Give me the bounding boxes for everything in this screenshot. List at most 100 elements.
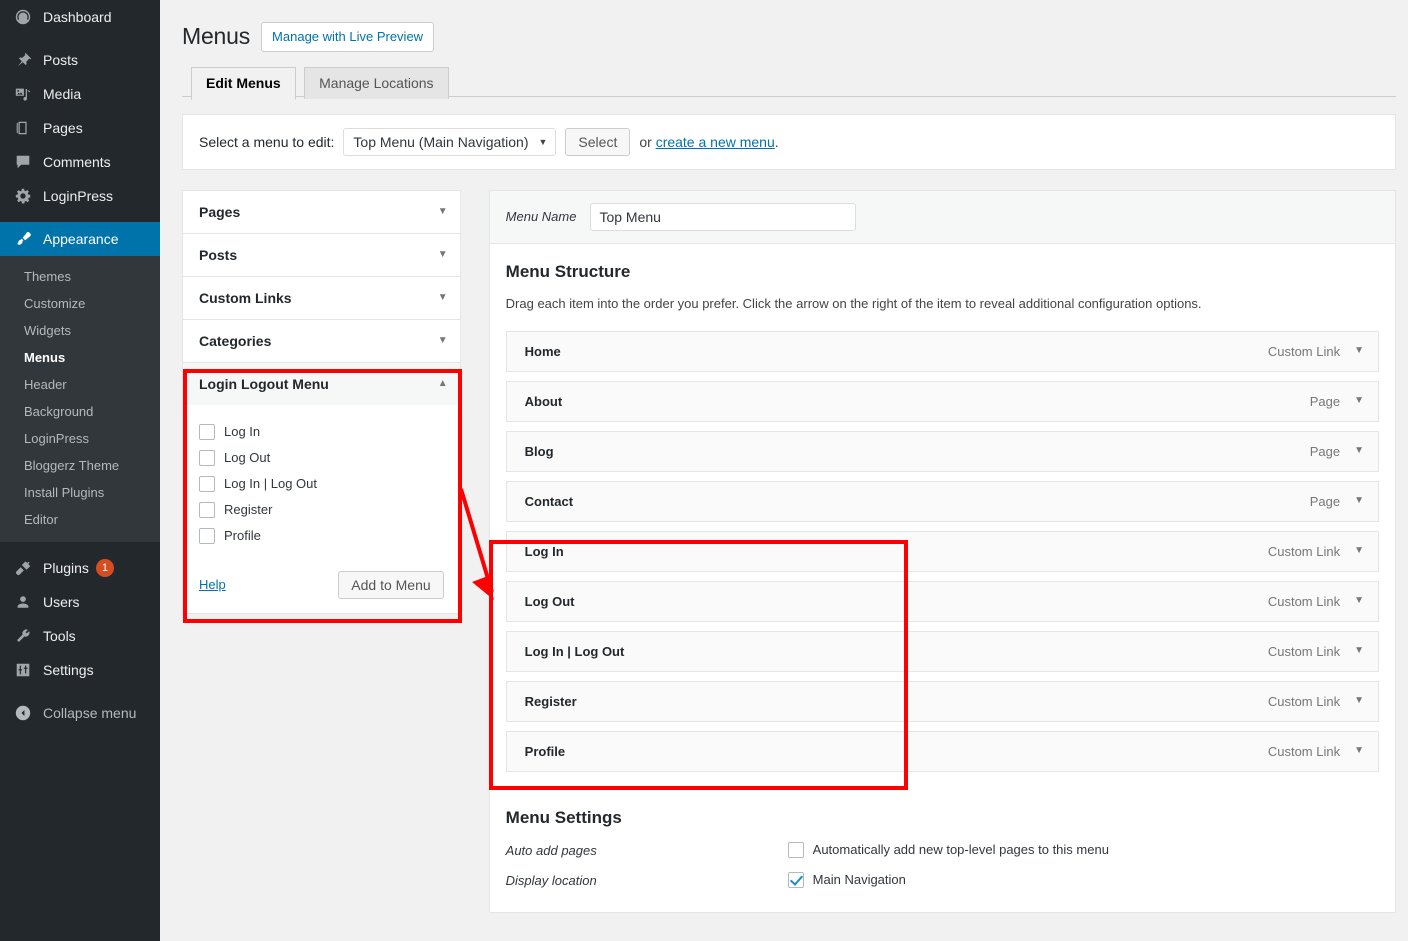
- sidebar-item-comments[interactable]: Comments: [0, 145, 160, 179]
- menu-item-row[interactable]: Log In | Log Out Custom Link ▼: [506, 631, 1379, 672]
- sidebar-subitem-editor[interactable]: Editor: [0, 506, 160, 533]
- chevron-down-icon[interactable]: ▼: [438, 207, 448, 217]
- menu-item-name: Profile: [525, 744, 565, 759]
- checkbox-main-navigation[interactable]: [788, 872, 804, 888]
- sidebar-subitem-header[interactable]: Header: [0, 371, 160, 398]
- sidebar-subitem-customize[interactable]: Customize: [0, 290, 160, 317]
- page-icon: [12, 119, 34, 137]
- sidebar-item-pages[interactable]: Pages: [0, 111, 160, 145]
- period: .: [775, 134, 779, 150]
- tabs-bar: Edit Menus Manage Locations: [182, 66, 1396, 97]
- login-logout-menu-footer: Help Add to Menu: [199, 571, 444, 599]
- menu-item-row[interactable]: Home Custom Link ▼: [506, 331, 1379, 372]
- sidebar-separator: [0, 34, 160, 43]
- menu-item-row[interactable]: Contact Page ▼: [506, 481, 1379, 522]
- select-button[interactable]: Select: [565, 128, 630, 156]
- login-logout-option-row[interactable]: Log In: [199, 419, 444, 445]
- checkbox-log-in-log-out[interactable]: [199, 476, 215, 492]
- menu-selector-bar: Select a menu to edit: Top Menu (Main Na…: [182, 114, 1396, 170]
- sidebar-separator: [0, 542, 160, 551]
- setting-label: Auto add pages: [506, 842, 788, 858]
- sidebar-item-tools[interactable]: Tools: [0, 619, 160, 653]
- help-link[interactable]: Help: [199, 577, 226, 592]
- chevron-down-icon[interactable]: ▼: [1354, 746, 1364, 756]
- chevron-down-icon[interactable]: ▼: [438, 250, 448, 260]
- collapse-arrow-icon: [12, 704, 34, 722]
- menu-item-row[interactable]: About Page ▼: [506, 381, 1379, 422]
- menu-select-dropdown[interactable]: Top Menu (Main Navigation): [343, 128, 556, 156]
- collapse-menu-button[interactable]: Collapse menu: [0, 696, 160, 730]
- menu-item-row[interactable]: Log In Custom Link ▼: [506, 531, 1379, 572]
- checkbox-label: Log In: [224, 424, 260, 439]
- tab-manage-locations[interactable]: Manage Locations: [304, 67, 448, 100]
- sidebar-item-users[interactable]: Users: [0, 585, 160, 619]
- accordion-posts-header[interactable]: Posts ▼: [183, 234, 460, 276]
- checkbox-log-out[interactable]: [199, 450, 215, 466]
- menu-item-row[interactable]: Blog Page ▼: [506, 431, 1379, 472]
- accordion-custom-links: Custom Links ▼: [182, 277, 461, 320]
- checkbox-log-in[interactable]: [199, 424, 215, 440]
- sidebar-item-posts[interactable]: Posts: [0, 43, 160, 77]
- sidebar-subitem-themes[interactable]: Themes: [0, 263, 160, 290]
- sidebar-subitem-widgets[interactable]: Widgets: [0, 317, 160, 344]
- chevron-down-icon[interactable]: ▼: [1354, 396, 1364, 406]
- chevron-down-icon[interactable]: ▼: [438, 336, 448, 346]
- sidebar-subitem-install-plugins[interactable]: Install Plugins: [0, 479, 160, 506]
- menu-name-input[interactable]: [590, 203, 856, 231]
- menu-item-row[interactable]: Log Out Custom Link ▼: [506, 581, 1379, 622]
- chevron-down-icon[interactable]: ▼: [1354, 596, 1364, 606]
- chevron-down-icon[interactable]: ▼: [1354, 546, 1364, 556]
- checkbox-profile[interactable]: [199, 528, 215, 544]
- manage-with-live-preview-button[interactable]: Manage with Live Preview: [261, 22, 434, 52]
- setting-option-label: Automatically add new top-level pages to…: [813, 842, 1109, 857]
- sidebar-subitem-loginpress[interactable]: LoginPress: [0, 425, 160, 452]
- checkbox-register[interactable]: [199, 502, 215, 518]
- sidebar-item-label: Media: [43, 86, 81, 102]
- sidebar-item-appearance[interactable]: Appearance: [0, 222, 160, 256]
- chevron-down-icon[interactable]: ▼: [1354, 646, 1364, 656]
- user-icon: [12, 593, 34, 611]
- menu-item-row[interactable]: Register Custom Link ▼: [506, 681, 1379, 722]
- chevron-down-icon[interactable]: ▼: [1354, 696, 1364, 706]
- add-to-menu-button[interactable]: Add to Menu: [338, 571, 443, 599]
- menu-item-name: Home: [525, 344, 561, 359]
- chevron-up-icon[interactable]: ▲: [438, 379, 448, 389]
- login-logout-option-row[interactable]: Register: [199, 497, 444, 523]
- accordion-title: Categories: [199, 333, 271, 349]
- chevron-down-icon[interactable]: ▼: [1354, 346, 1364, 356]
- accordion-login-logout-menu-header[interactable]: Login Logout Menu ▲: [183, 363, 460, 405]
- sidebar-item-dashboard[interactable]: Dashboard: [0, 0, 160, 34]
- login-logout-option-row[interactable]: Profile: [199, 523, 444, 549]
- menus-columns: Pages ▼ Posts ▼ Custom Links ▼: [182, 190, 1396, 913]
- accordion-pages-header[interactable]: Pages ▼: [183, 191, 460, 233]
- sidebar-item-settings[interactable]: Settings: [0, 653, 160, 687]
- setting-option-label: Main Navigation: [813, 872, 906, 887]
- chevron-down-icon[interactable]: ▼: [1354, 496, 1364, 506]
- checkbox-label: Profile: [224, 528, 261, 543]
- login-logout-option-row[interactable]: Log Out: [199, 445, 444, 471]
- create-a-new-menu-link[interactable]: create a new menu: [656, 134, 775, 150]
- chevron-down-icon[interactable]: ▼: [438, 293, 448, 303]
- accordion-categories-header[interactable]: Categories ▼: [183, 320, 460, 362]
- checkbox-label: Log Out: [224, 450, 270, 465]
- login-logout-option-row[interactable]: Log In | Log Out: [199, 471, 444, 497]
- checkbox-auto-add-pages[interactable]: [788, 842, 804, 858]
- menu-editor-column: Menu Name Menu Structure Drag each item …: [489, 190, 1396, 913]
- accordion-custom-links-header[interactable]: Custom Links ▼: [183, 277, 460, 319]
- sidebar-item-media[interactable]: Media: [0, 77, 160, 111]
- sidebar-subitem-menus[interactable]: Menus: [0, 344, 160, 371]
- sidebar-subitem-background[interactable]: Background: [0, 398, 160, 425]
- menu-item-row[interactable]: Profile Custom Link ▼: [506, 731, 1379, 772]
- menu-name-bar: Menu Name: [489, 190, 1396, 244]
- page-title: Menus: [182, 23, 250, 50]
- tab-edit-menus[interactable]: Edit Menus: [191, 67, 296, 101]
- menu-item-name: About: [525, 394, 563, 409]
- sidebar-subitem-bloggerz-theme[interactable]: Bloggerz Theme: [0, 452, 160, 479]
- sliders-icon: [12, 661, 34, 679]
- comment-icon: [12, 153, 34, 171]
- sidebar-item-loginpress[interactable]: LoginPress: [0, 179, 160, 213]
- collapse-menu-label: Collapse menu: [43, 705, 136, 721]
- sidebar-item-plugins[interactable]: Plugins 1: [0, 551, 160, 585]
- chevron-down-icon[interactable]: ▼: [1354, 446, 1364, 456]
- accordion-pages: Pages ▼: [182, 190, 461, 234]
